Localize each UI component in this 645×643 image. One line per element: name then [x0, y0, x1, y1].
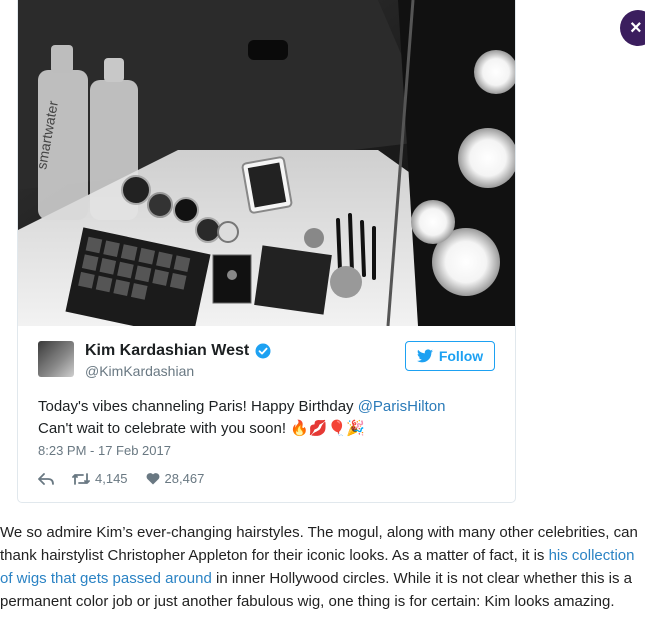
follow-button[interactable]: Follow [405, 341, 495, 371]
close-button[interactable]: × [620, 10, 645, 46]
author-handle[interactable]: @KimKardashian [85, 363, 194, 379]
reply-icon [38, 472, 54, 485]
like-action[interactable]: 28,467 [146, 471, 205, 486]
makeup-table-photo: smartwater [18, 0, 515, 326]
like-count: 28,467 [164, 471, 205, 486]
retweet-action[interactable]: 4,145 [72, 471, 128, 486]
twitter-bird-icon [416, 349, 433, 363]
tweet-photo[interactable]: smartwater [18, 0, 515, 326]
tweet-actions: 4,145 28,467 [38, 471, 222, 486]
author-name[interactable]: Kim Kardashian West [85, 342, 249, 360]
mention-link[interactable]: @ParisHilton [358, 398, 446, 415]
tweet-text-line2: Can't wait to celebrate with you soon! [38, 420, 291, 437]
reply-action[interactable] [38, 472, 54, 486]
retweet-count: 4,145 [95, 471, 128, 486]
tweet-text-line1: Today's vibes channeling Paris! Happy Bi… [38, 398, 358, 415]
tweet-header: Kim Kardashian West @KimKardashian Follo… [38, 341, 495, 381]
retweet-icon [72, 472, 90, 485]
article-paragraph: We so admire Kim’s ever-changing hairsty… [0, 521, 645, 613]
follow-label: Follow [438, 348, 484, 364]
author-avatar[interactable] [38, 341, 74, 377]
embedded-tweet: smartwater Kim Kardashian West @KimKarda… [17, 0, 516, 503]
verified-badge-icon [255, 343, 271, 359]
article-text-before-link: We so admire Kim’s ever-changing hairsty… [0, 524, 638, 564]
heart-icon [146, 473, 159, 485]
tweet-text: Today's vibes channeling Paris! Happy Bi… [38, 396, 498, 440]
tweet-timestamp[interactable]: 8:23 PM - 17 Feb 2017 [38, 443, 171, 458]
tweet-emojis: 🔥💋🎈🎉 [290, 420, 365, 437]
